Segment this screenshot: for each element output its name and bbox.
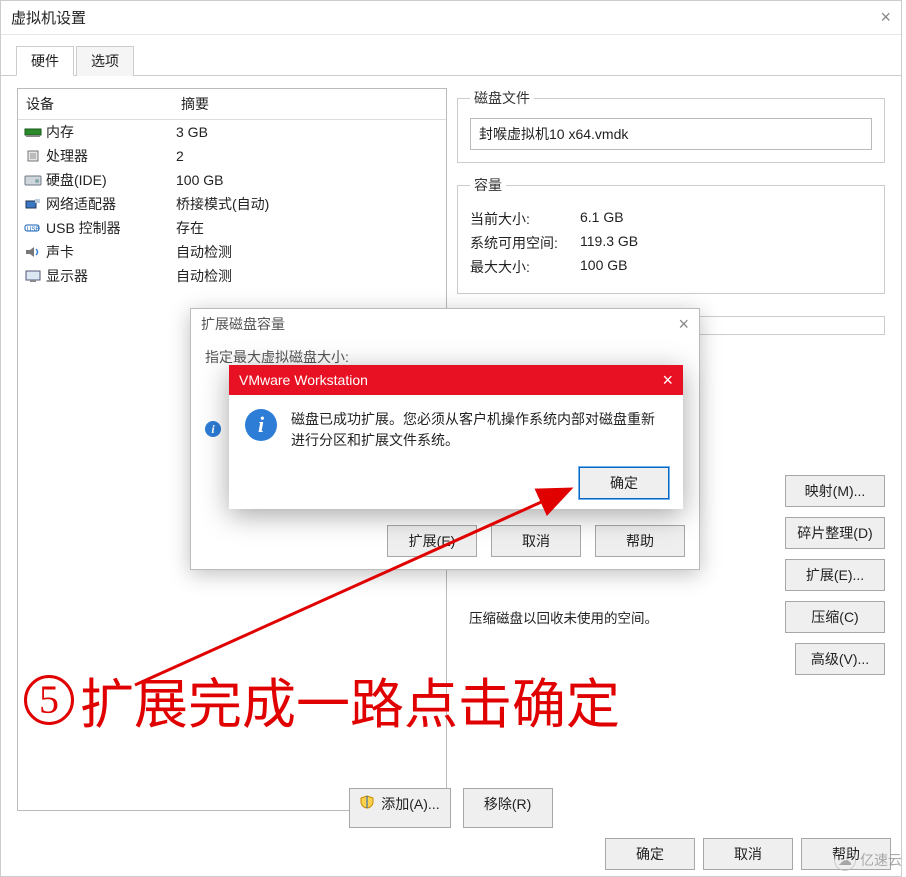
cancel-button[interactable]: 取消: [703, 838, 793, 870]
capacity-legend: 容量: [470, 175, 506, 195]
expand-button[interactable]: 扩展(E)...: [785, 559, 885, 591]
device-row-usb[interactable]: USB USB 控制器 存在: [18, 216, 446, 240]
tab-options[interactable]: 选项: [76, 46, 134, 76]
tabs-bar: 硬件 选项: [1, 35, 901, 76]
disk-icon: [24, 173, 42, 187]
device-row-disk[interactable]: 硬盘(IDE) 100 GB: [18, 168, 446, 192]
expand-dialog-titlebar[interactable]: 扩展磁盘容量 ×: [191, 309, 699, 339]
free-space-label: 系统可用空间:: [470, 233, 580, 253]
sound-icon: [24, 245, 42, 259]
defrag-button[interactable]: 碎片整理(D): [785, 517, 885, 549]
annotation-text: 扩展完成一路点击确定: [80, 660, 620, 739]
vmware-info-dialog: VMware Workstation × i 磁盘已成功扩展。您必须从客户机操作…: [229, 365, 683, 509]
device-row-sound[interactable]: 声卡 自动检测: [18, 240, 446, 264]
expand-dialog-title: 扩展磁盘容量: [201, 314, 678, 334]
device-row-cpu[interactable]: 处理器 2: [18, 144, 446, 168]
max-size-label: 最大大小:: [470, 257, 580, 277]
advanced-button[interactable]: 高级(V)...: [795, 643, 885, 675]
svg-text:USB: USB: [27, 227, 39, 233]
network-icon: [24, 197, 42, 211]
close-icon[interactable]: ×: [662, 370, 673, 391]
map-button[interactable]: 映射(M)...: [785, 475, 885, 507]
memory-icon: [24, 125, 42, 139]
expand-dialog-expand-button[interactable]: 扩展(E): [387, 525, 477, 557]
free-space-value: 119.3 GB: [580, 233, 638, 253]
column-summary[interactable]: 摘要: [173, 89, 446, 119]
device-row-memory[interactable]: 内存 3 GB: [18, 120, 446, 144]
remove-button[interactable]: 移除(R): [463, 788, 553, 828]
compress-text: 压缩磁盘以回收未使用的空间。: [469, 607, 785, 627]
device-row-network[interactable]: 网络适配器 桥接模式(自动): [18, 192, 446, 216]
tab-hardware[interactable]: 硬件: [16, 46, 74, 76]
column-device[interactable]: 设备: [18, 89, 173, 119]
step-number-icon: 5: [24, 675, 74, 725]
watermark-text: 亿速云: [860, 850, 902, 870]
window-titlebar[interactable]: 虚拟机设置 ×: [1, 1, 901, 35]
add-button[interactable]: 添加(A)...: [349, 788, 450, 828]
expand-dialog-cancel-button[interactable]: 取消: [491, 525, 581, 557]
vmware-dialog-title: VMware Workstation: [239, 372, 662, 388]
shield-icon: [360, 795, 374, 809]
max-size-value: 100 GB: [580, 257, 627, 277]
disk-file-legend: 磁盘文件: [470, 88, 534, 108]
compress-button[interactable]: 压缩(C): [785, 601, 885, 633]
expand-instruction: 指定最大虚拟磁盘大小:: [205, 347, 685, 367]
cloud-icon: ☁: [834, 849, 856, 871]
info-icon: i: [205, 421, 221, 437]
vmware-dialog-titlebar[interactable]: VMware Workstation ×: [229, 365, 683, 395]
vmware-dialog-ok-button[interactable]: 确定: [579, 467, 669, 499]
window-title: 虚拟机设置: [11, 7, 880, 28]
capacity-group: 容量 当前大小:6.1 GB 系统可用空间:119.3 GB 最大大小:100 …: [457, 175, 885, 294]
watermark: ☁ 亿速云: [834, 849, 902, 871]
cpu-icon: [24, 149, 42, 163]
close-icon[interactable]: ×: [678, 314, 689, 335]
info-icon: i: [245, 409, 277, 441]
current-size-value: 6.1 GB: [580, 209, 624, 229]
usb-icon: USB: [24, 221, 42, 235]
vmware-dialog-message: 磁盘已成功扩展。您必须从客户机操作系统内部对磁盘重新进行分区和扩展文件系统。: [291, 409, 667, 451]
display-icon: [24, 269, 42, 283]
expand-dialog-help-button[interactable]: 帮助: [595, 525, 685, 557]
current-size-label: 当前大小:: [470, 209, 580, 229]
disk-file-field[interactable]: 封喉虚拟机10 x64.vmdk: [470, 118, 872, 150]
close-icon[interactable]: ×: [880, 7, 891, 28]
annotation-label: 5 扩展完成一路点击确定: [24, 660, 620, 739]
disk-file-group: 磁盘文件 封喉虚拟机10 x64.vmdk: [457, 88, 885, 163]
ok-button[interactable]: 确定: [605, 838, 695, 870]
device-row-display[interactable]: 显示器 自动检测: [18, 264, 446, 288]
